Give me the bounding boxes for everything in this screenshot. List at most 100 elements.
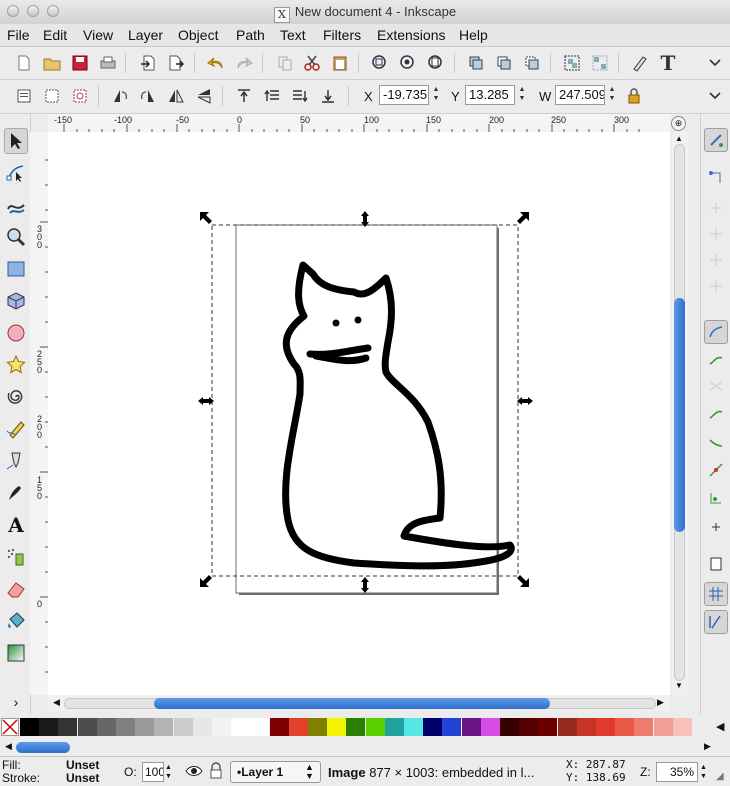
pencil-tool-icon[interactable] (4, 416, 28, 442)
vertical-scrollbar[interactable]: ▲ ▼ (672, 132, 688, 695)
snap-paths-icon[interactable] (704, 348, 728, 372)
palette-swatch[interactable] (557, 718, 577, 736)
select-all-layers-icon[interactable] (42, 86, 62, 106)
snap-rotation-center-icon[interactable] (704, 514, 728, 538)
eraser-tool-icon[interactable] (4, 576, 28, 602)
palette-swatch[interactable] (365, 718, 385, 736)
palette-menu-icon[interactable]: ◀ (716, 720, 724, 733)
snap-bbox-corner-icon[interactable] (704, 222, 728, 246)
text-font-icon[interactable]: T (658, 51, 678, 75)
palette-swatch[interactable] (384, 718, 404, 736)
print-icon[interactable] (98, 53, 118, 73)
palette-swatch[interactable] (423, 718, 443, 736)
palette-swatch[interactable] (154, 718, 174, 736)
w-spin-buttons[interactable]: ▲ ▼ (606, 85, 618, 105)
palette-swatch[interactable] (634, 718, 654, 736)
scroll-down-arrow[interactable]: ▼ (675, 681, 683, 690)
palette-swatch[interactable] (442, 718, 462, 736)
scroll-up-arrow[interactable]: ▲ (675, 134, 683, 143)
open-icon[interactable] (42, 53, 62, 73)
overflow-chevron-icon[interactable] (705, 53, 725, 73)
palette-swatch[interactable] (96, 718, 116, 736)
palette-swatch[interactable] (250, 718, 270, 736)
horizontal-scrollbar[interactable]: ◀ ▶ (48, 695, 670, 711)
zoom-drawing-icon[interactable] (398, 53, 418, 73)
raise-icon[interactable] (262, 86, 282, 106)
scale-handle-top-right[interactable] (517, 212, 529, 224)
selector-tool-icon[interactable] (4, 128, 28, 154)
snap-grids-icon[interactable] (704, 582, 728, 606)
snap-bbox-edge-icon[interactable] (704, 196, 728, 220)
scale-handle-top-left[interactable] (200, 212, 212, 224)
menu-extensions[interactable]: Extensions (377, 27, 445, 43)
save-icon[interactable] (70, 53, 90, 73)
lower-to-bottom-icon[interactable] (318, 86, 338, 106)
palette-swatch[interactable] (519, 718, 539, 736)
snap-object-centers-icon[interactable] (704, 486, 728, 510)
palette-swatch[interactable] (192, 718, 212, 736)
palette-scrollbar[interactable]: ◀ ▶ (0, 739, 730, 755)
scale-handle-bottom-left[interactable] (200, 575, 212, 587)
rotate-ccw-icon[interactable] (110, 86, 130, 106)
snap-guides-icon[interactable] (704, 610, 728, 634)
import-icon[interactable] (138, 53, 158, 73)
cut-icon[interactable] (302, 53, 322, 73)
raise-to-top-icon[interactable] (234, 86, 254, 106)
palette-swatch[interactable] (327, 718, 347, 736)
scroll-right-arrow[interactable]: ▶ (657, 697, 664, 708)
palette-swatch[interactable] (288, 718, 308, 736)
menu-help[interactable]: Help (459, 27, 488, 43)
snap-midpoints-icon[interactable] (704, 458, 728, 482)
undo-icon[interactable] (206, 53, 226, 73)
group-icon[interactable] (562, 53, 582, 73)
snap-page-border-icon[interactable] (704, 552, 728, 576)
snap-cusp-nodes-icon[interactable] (704, 402, 728, 426)
snap-bbox-center-icon[interactable] (704, 274, 728, 298)
duplicate-icon[interactable] (466, 53, 486, 73)
clone-icon[interactable] (494, 53, 514, 73)
snap-toggle-icon[interactable] (704, 128, 728, 152)
drawing-canvas[interactable] (48, 132, 670, 695)
menu-layer[interactable]: Layer (128, 27, 163, 43)
zoom-spin-buttons[interactable]: ▲ ▼ (700, 763, 707, 781)
palette-swatch[interactable] (212, 718, 231, 736)
palette-scroll-right-arrow[interactable]: ▶ (704, 741, 711, 752)
unlink-clone-icon[interactable] (522, 53, 542, 73)
resize-grip-icon[interactable]: ◢ (716, 771, 724, 782)
palette-swatch[interactable] (39, 718, 59, 736)
palette-swatch[interactable] (135, 718, 155, 736)
zoom-page-icon[interactable] (426, 53, 446, 73)
palette-swatch[interactable] (346, 718, 366, 736)
snap-bbox-icon[interactable] (704, 166, 728, 190)
ellipse-tool-icon[interactable] (4, 320, 28, 346)
palette-swatch[interactable] (500, 718, 519, 736)
calligraphy-tool-icon[interactable] (4, 480, 28, 506)
menu-filters[interactable]: Filters (323, 27, 361, 43)
vertical-scroll-thumb[interactable] (674, 298, 685, 532)
snap-smooth-nodes-icon[interactable] (704, 430, 728, 454)
lower-icon[interactable] (290, 86, 310, 106)
node-tool-icon[interactable] (4, 160, 28, 186)
x-spin-buttons[interactable]: ▲ ▼ (430, 85, 442, 105)
palette-swatch[interactable] (116, 718, 135, 736)
palette-swatch[interactable] (576, 718, 596, 736)
gradient-tool-icon[interactable] (4, 640, 28, 666)
horizontal-scroll-thumb[interactable] (154, 698, 550, 709)
menu-edit[interactable]: Edit (43, 27, 67, 43)
lock-ratio-icon[interactable] (624, 86, 644, 106)
opacity-spin-buttons[interactable]: ▲ ▼ (165, 763, 172, 781)
menu-file[interactable]: File (7, 27, 30, 43)
star-tool-icon[interactable] (4, 352, 28, 378)
rotate-cw-icon[interactable] (138, 86, 158, 106)
palette-scroll-thumb[interactable] (16, 742, 70, 753)
menu-view[interactable]: View (83, 27, 113, 43)
zoom-selection-icon[interactable] (370, 53, 390, 73)
spray-tool-icon[interactable] (4, 544, 28, 570)
vertical-ruler[interactable]: 3 0 0 2 5 0 2 0 0 1 5 0 0 (30, 132, 49, 695)
visibility-eye-icon[interactable] (185, 763, 203, 782)
pen-tool-icon[interactable] (4, 448, 28, 474)
menu-object[interactable]: Object (178, 27, 218, 43)
stroke-value[interactable]: Unset (66, 771, 99, 785)
palette-swatch[interactable] (77, 718, 97, 736)
snap-nodes-icon[interactable] (704, 320, 728, 344)
